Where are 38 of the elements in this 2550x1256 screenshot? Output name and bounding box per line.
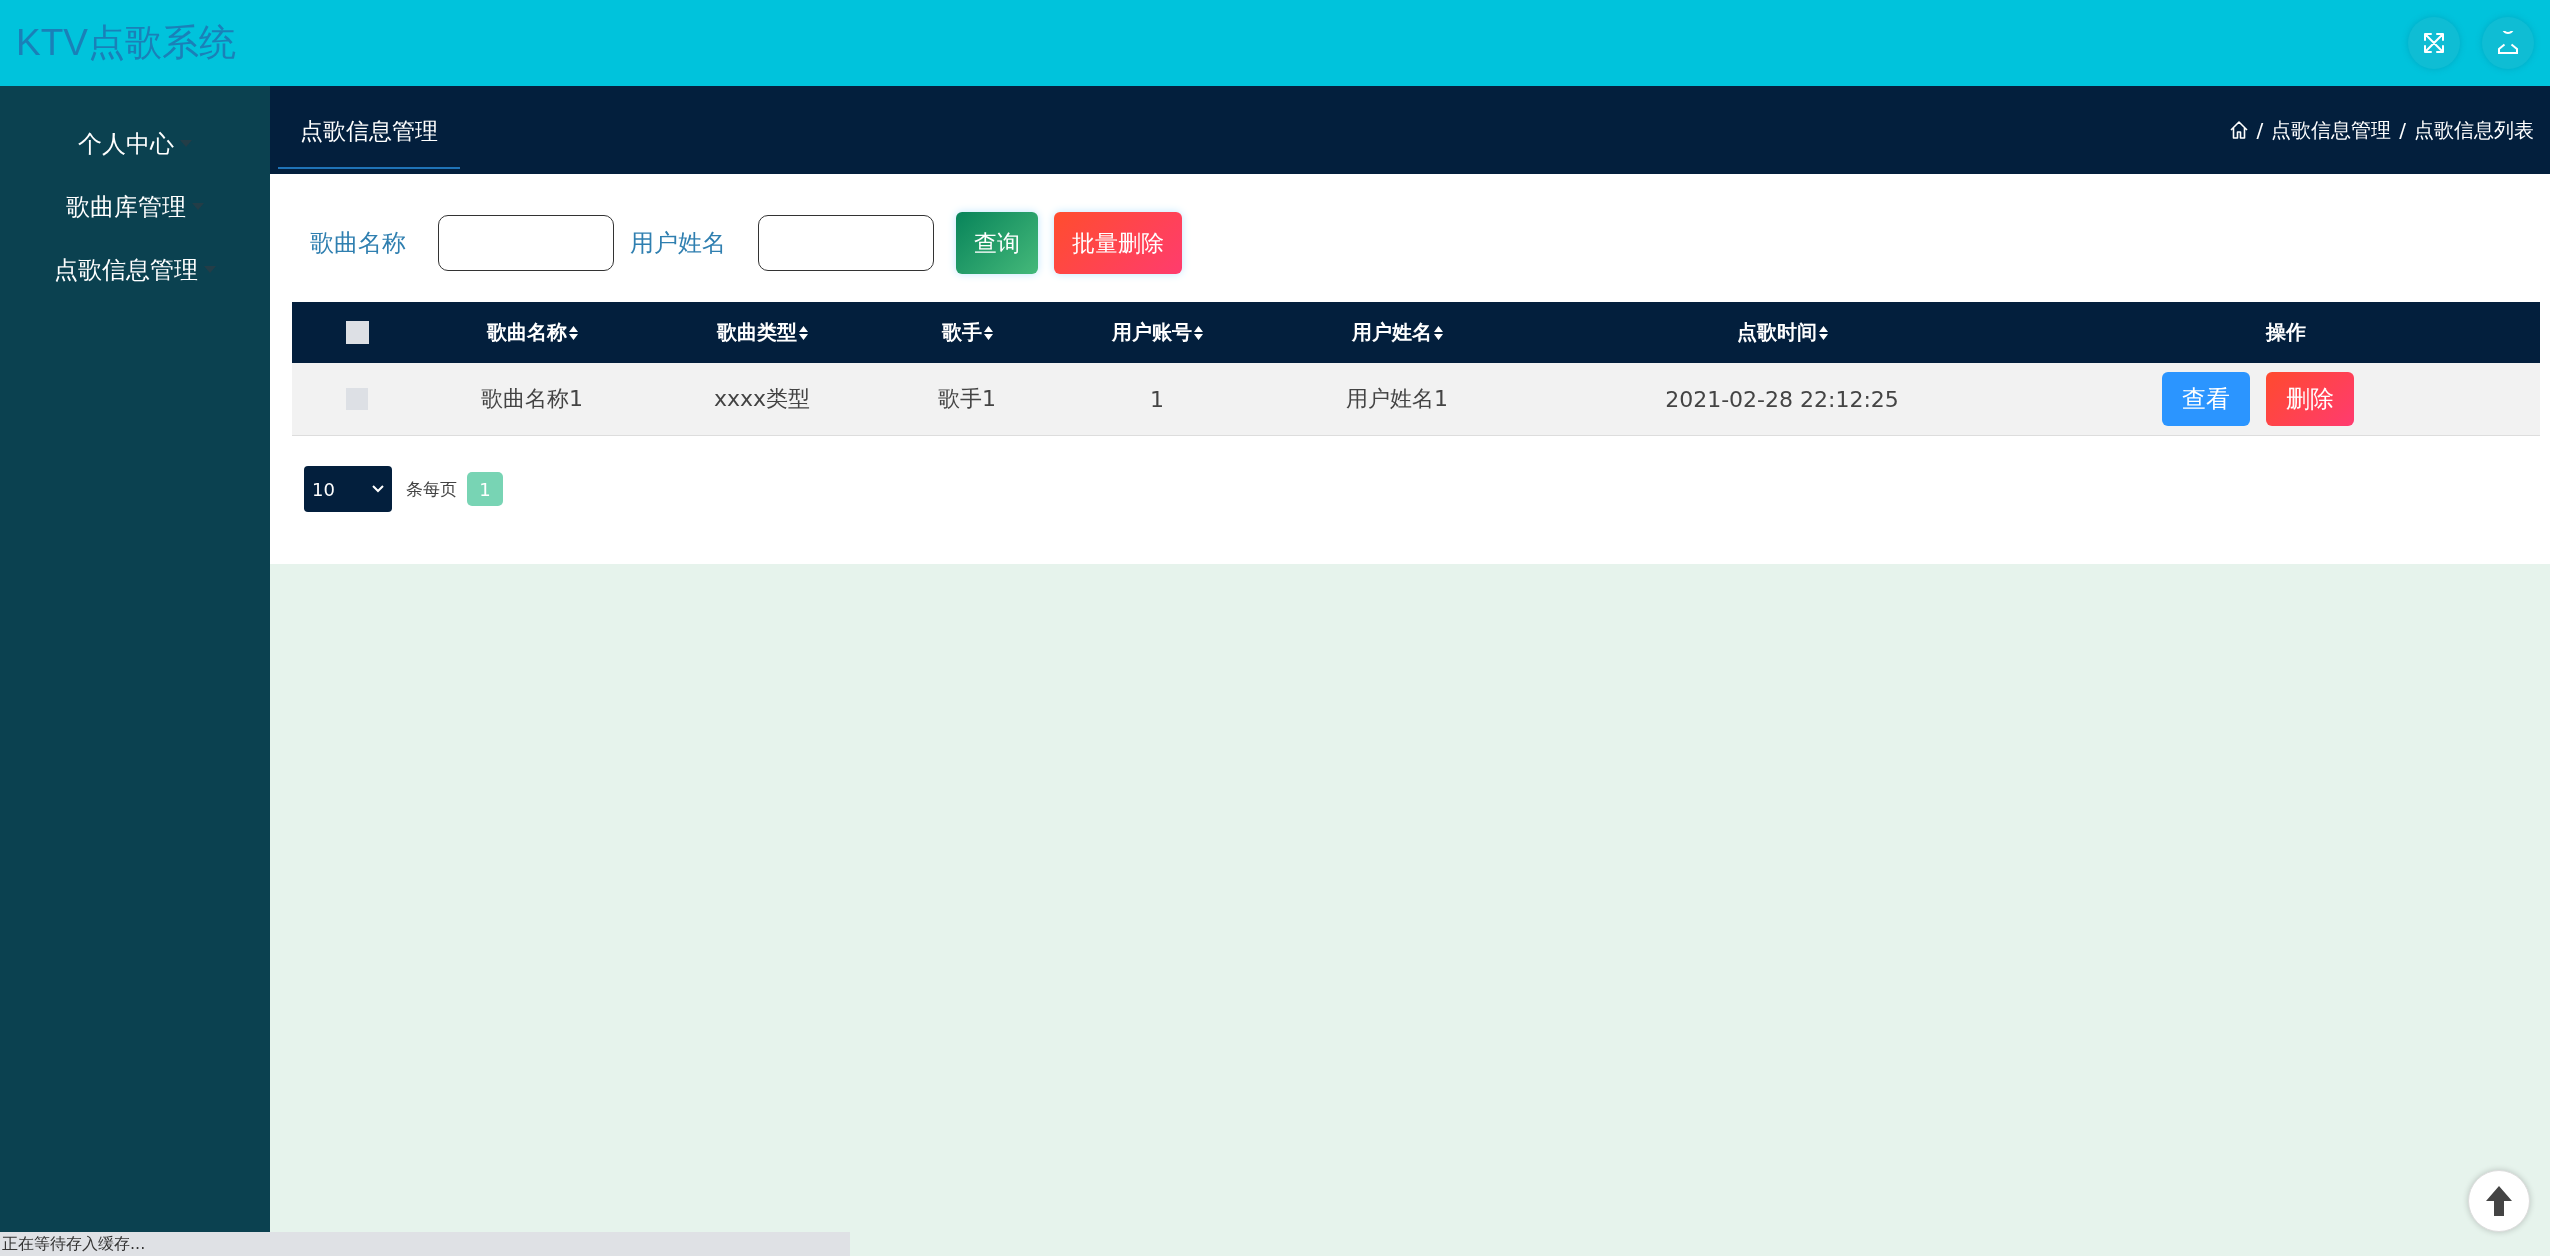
breadcrumb-separator: / [2399,118,2406,142]
app-title: KTV点歌系统 [16,21,236,65]
expand-icon [2423,32,2445,54]
chevron-down-icon [372,485,384,493]
input-field[interactable] [438,215,614,271]
breadcrumb-link[interactable]: 点歌信息管理 [2271,116,2392,144]
search-button[interactable]: 查询 [956,212,1038,274]
select-all-checkbox[interactable] [345,321,369,344]
table-cell-text: 歌手1 [938,385,996,413]
sidebar-menu-item[interactable]: 歌曲库管理 [66,189,204,224]
field-label: 用户姓名 [630,228,726,259]
page-tab[interactable]: 点歌信息管理 [278,91,460,169]
table-cell-text: xxxx类型 [713,385,811,413]
breadcrumb-separator: / [2256,118,2264,142]
column-header[interactable]: 歌手 [941,319,993,346]
page-size-select[interactable]: 10 [304,466,392,512]
field-label: 歌曲名称 [310,228,406,259]
input-field[interactable] [758,215,934,271]
table-cell-text: 用户姓名1 [1346,385,1448,413]
table-cell: 1 [1150,386,1164,412]
table-cell-text: 歌曲名称1 [481,385,583,413]
caret-down-icon [180,140,192,147]
breadcrumb-link[interactable]: 点歌信息列表 [2414,116,2534,144]
sidebar-menu-item[interactable]: 个人中心 [78,126,192,161]
column-header[interactable]: 歌曲名称 [486,319,578,346]
column-header[interactable]: 点歌时间 [1736,319,1828,346]
caret-down-icon [204,266,216,273]
sidebar-menu-item[interactable]: 点歌信息管理 [54,252,216,287]
up-arrow-icon [2484,1184,2514,1218]
status-bar: 正在等待存入缓存... [0,1232,850,1256]
column-header[interactable]: 用户姓名 [1351,319,1443,346]
page-size-label: 条每页 [406,477,457,501]
column-header[interactable]: 用户账号 [1111,319,1203,346]
table-cell: 2021-02-28 22:12:25 [1665,386,1899,412]
caret-down-icon [192,203,204,210]
column-header[interactable]: 歌曲类型 [716,319,808,346]
home-icon [2228,120,2249,140]
column-header: 操作 [2266,319,2306,346]
